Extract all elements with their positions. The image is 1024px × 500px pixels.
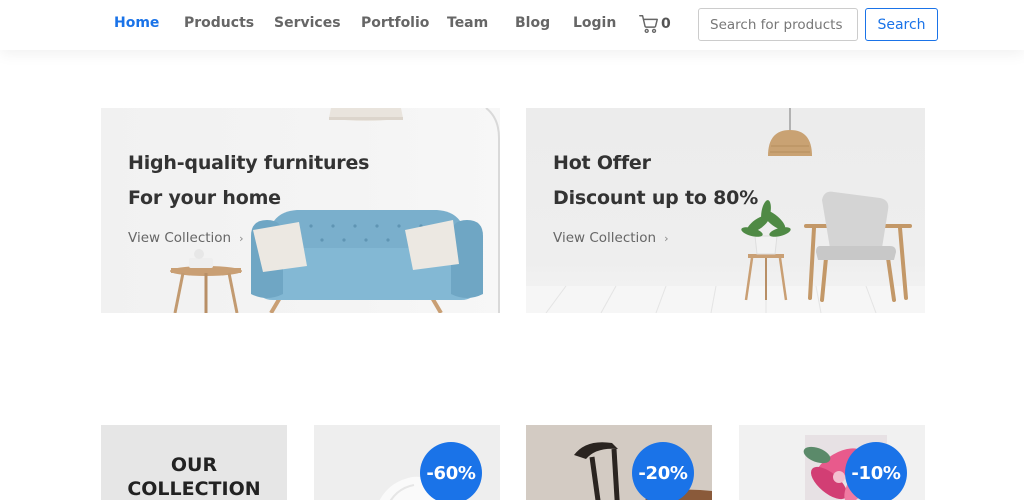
banner-hot-offer: Hot Offer Discount up to 80% View Collec…	[526, 108, 925, 313]
banner-title-line2: Discount up to 80%	[553, 187, 759, 209]
discount-badge: -20%	[632, 442, 694, 500]
collection-heading-line1: OUR	[170, 454, 218, 476]
armchair-image	[526, 108, 925, 313]
cart-button[interactable]: 0	[638, 12, 671, 36]
discount-badge: -60%	[420, 442, 482, 500]
cart-icon	[639, 15, 658, 34]
nav-services[interactable]: Services	[274, 14, 341, 32]
product-tile[interactable]: -10%	[739, 425, 925, 500]
collection-heading-line2: COLLECTION	[127, 478, 261, 500]
cart-count: 0	[661, 16, 671, 32]
nav-products[interactable]: Products	[184, 14, 254, 32]
nav-portfolio[interactable]: Portfolio	[361, 14, 429, 32]
discount-badge: -10%	[845, 442, 907, 500]
search-input[interactable]	[698, 8, 858, 41]
our-collection-tile: OUR COLLECTION	[101, 425, 287, 500]
chevron-right-icon: ›	[239, 231, 244, 245]
product-tile[interactable]: -20%	[526, 425, 712, 500]
view-collection-link[interactable]: View Collection ›	[553, 230, 669, 246]
collection-heading: OUR COLLECTION	[101, 453, 287, 500]
search-button[interactable]: Search	[865, 8, 938, 41]
chevron-right-icon: ›	[664, 231, 669, 245]
nav-home[interactable]: Home	[114, 14, 159, 32]
nav-login[interactable]: Login	[573, 14, 616, 32]
nav-blog[interactable]: Blog	[515, 14, 550, 32]
banner-title-line1: High-quality furnitures	[128, 152, 370, 174]
banner-title-line1: Hot Offer	[553, 152, 651, 174]
product-tile[interactable]: -60%	[314, 425, 500, 500]
nav-team[interactable]: Team	[447, 14, 488, 32]
view-collection-link[interactable]: View Collection ›	[128, 230, 244, 246]
view-collection-label: View Collection	[128, 230, 232, 246]
banner-title-line2: For your home	[128, 187, 281, 209]
sofa-image	[170, 108, 500, 313]
navbar: Home Products Services Portfolio Team Bl…	[0, 0, 1024, 50]
view-collection-label: View Collection	[553, 230, 657, 246]
banner-furniture: High-quality furnitures For your home Vi…	[101, 108, 500, 313]
